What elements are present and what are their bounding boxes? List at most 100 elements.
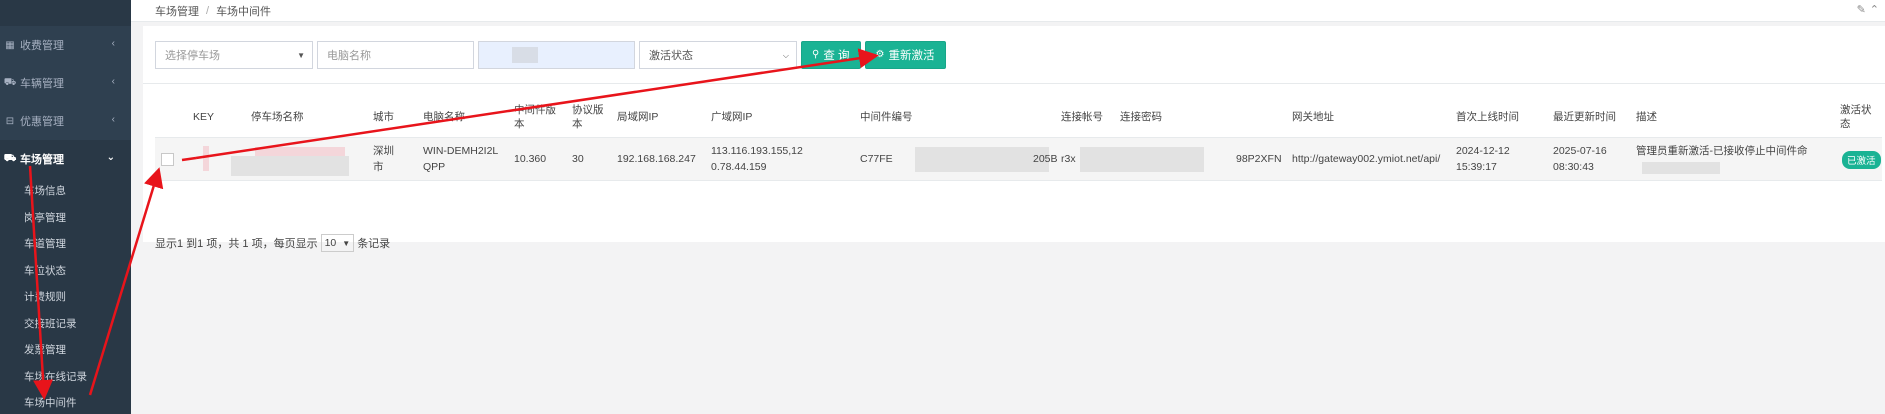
query-button[interactable]: ⚲ 查 询 [801,40,861,69]
pagination-summary: 显示1 到1 项，共 1 项，每页显示 [155,238,318,250]
sidebar-item-label: 车场管理 [20,154,64,166]
cell-wan-ip: 113.116.193.155,120.78.44.159 [711,145,803,173]
cell-mw-code-prefix: C77FE [860,153,893,165]
sidebar-item-discounts[interactable]: ⊟ 优惠管理 ‹ [0,102,131,140]
col-header-desc[interactable]: 描述 [1636,110,1657,124]
col-header-last-update[interactable]: 最近更新时间 [1553,110,1616,124]
cell-gateway: http://gateway002.ymiot.net/api/ [1292,153,1441,165]
redacted-lot-name [255,147,345,156]
col-header-conn-account[interactable]: 连接帐号 [1061,110,1103,124]
app-window: ▦ 收费管理 ‹ ⛟ 车辆管理 ‹ ⊟ 优惠管理 ‹ ⛟ 车场管理 ⌄ 车场信息… [0,0,1885,414]
row-checkbox[interactable] [161,153,174,166]
redacted-value [512,46,538,63]
col-header-lot-name[interactable]: 停车场名称 [251,110,304,124]
cell-conn-account-prefix: r3x [1061,153,1076,165]
submenu-item-billing-rules[interactable]: 计费规则 [0,284,131,311]
parking-lot-select[interactable]: 选择停车场 ▼ [155,40,313,69]
cell-mw-version: 10.360 [514,153,547,165]
content-panel: 选择停车场 ▼ 电脑名称 激活状态 ⌵ ⚲ 查 询 ⚙ 重新激活 KEY 停车场… [143,26,1885,252]
sidebar-item-parking-lots[interactable]: ⛟ 车场管理 ⌄ [0,140,131,178]
col-header-city[interactable]: 城市 [373,110,394,124]
computer-name-placeholder: 电脑名称 [327,49,371,62]
col-header-mw-code[interactable]: 中间件编号 [860,110,913,124]
submenu-item-booths[interactable]: 岗亭管理 [0,205,131,232]
col-header-first-online[interactable]: 首次上线时间 [1456,110,1519,124]
parking-lot-select-placeholder: 选择停车场 [165,49,220,62]
col-header-status[interactable]: 激活状态 [1840,103,1874,131]
breadcrumb-current: 车场中间件 [216,5,272,18]
cell-last-update: 2025-07-16 08:30:43 [1553,145,1607,173]
chevron-left-icon: ‹ [111,76,115,87]
cell-desc: 管理员重新激活-已接收停止中间件命 [1636,145,1808,157]
sidebar-submenu: 车场信息 岗亭管理 车道管理 车位状态 计费规则 交接班记录 发票管理 车场在线… [0,178,131,414]
col-header-key[interactable]: KEY [193,110,214,124]
query-button-label: 查 询 [823,49,850,62]
caret-down-icon: ▼ [297,50,305,60]
activation-status-select[interactable]: 激活状态 ⌵ [639,40,797,69]
sidebar-item-label: 车辆管理 [20,78,64,90]
sidebar-item-label: 收费管理 [20,40,64,52]
search-icon: ⚲ [812,49,820,60]
submenu-item-invoices[interactable]: 发票管理 [0,337,131,364]
pagination: 显示1 到1 项，共 1 项，每页显示 10 ▼ 条记录 [155,234,390,252]
key-input[interactable] [478,40,635,69]
main-content: 车场管理 / 车场中间件 ✎⌃ 选择停车场 ▼ 电脑名称 激活状态 ⌵ ⚲ 查 … [131,0,1885,414]
wrench-icon[interactable]: ✎ [1857,4,1870,16]
col-header-mw-version[interactable]: 中间件版本 [514,103,558,131]
cell-mw-code-suffix: 205B [1033,153,1058,165]
reactivate-button[interactable]: ⚙ 重新激活 [864,40,946,69]
sidebar: ▦ 收费管理 ‹ ⛟ 车辆管理 ‹ ⊟ 优惠管理 ‹ ⛟ 车场管理 ⌄ 车场信息… [0,0,131,414]
computer-name-input[interactable]: 电脑名称 [317,40,474,69]
chevron-left-icon: ‹ [111,38,115,49]
col-header-gateway[interactable]: 网关地址 [1292,110,1334,124]
grid-icon: ▦ [5,39,15,51]
reactivate-button-label: 重新激活 [888,49,935,62]
col-header-pc-name[interactable]: 电脑名称 [423,110,465,124]
car-icon: ⛟ [3,152,17,164]
sidebar-item-fees[interactable]: ▦ 收费管理 ‹ [0,26,131,64]
middleware-table: KEY 停车场名称 城市 电脑名称 中间件版本 协议版本 局域网IP 广域网IP… [155,98,1882,181]
redacted-conn-password [1080,147,1204,172]
filter-bar: 选择停车场 ▼ 电脑名称 激活状态 ⌵ ⚲ 查 询 ⚙ 重新激活 [143,26,1885,84]
breadcrumb-separator: / [206,4,210,17]
panel-tools: ✎⌃ [1857,3,1883,16]
submenu-item-lot-info[interactable]: 车场信息 [0,178,131,205]
redacted-mw-code [915,147,1049,172]
chevron-down-icon: ⌄ [106,152,115,163]
status-badge: 已激活 [1842,151,1881,169]
submenu-item-space-status[interactable]: 车位状态 [0,258,131,285]
col-header-wan-ip[interactable]: 广域网IP [711,110,752,124]
col-header-lan-ip[interactable]: 局域网IP [617,110,658,124]
page-size-select[interactable]: 10 ▼ [320,234,355,252]
sidebar-item-vehicles[interactable]: ⛟ 车辆管理 ‹ [0,64,131,102]
chevron-left-icon: ‹ [111,114,115,125]
coupon-icon: ⊟ [5,115,15,127]
cell-pc-name: WIN-DEMH2I2LQPP [423,145,499,173]
submenu-item-shift-records[interactable]: 交接班记录 [0,311,131,338]
col-header-conn-password[interactable]: 连接密码 [1120,110,1162,124]
sidebar-item-label: 优惠管理 [20,116,64,128]
redacted-desc [1642,162,1720,174]
cell-city: 深圳市 [373,145,394,173]
pagination-suffix: 条记录 [357,238,391,250]
page-size-value: 10 [324,237,337,249]
submenu-item-middleware[interactable]: 车场中间件 [0,390,131,414]
caret-down-icon: ▼ [342,238,351,248]
car-icon: ⛟ [3,76,17,88]
gear-icon: ⚙ [875,49,885,60]
col-header-protocol-version[interactable]: 协议版本 [572,103,604,131]
cell-lan-ip: 192.168.168.247 [617,153,696,165]
submenu-item-lanes[interactable]: 车道管理 [0,231,131,258]
collapse-icon[interactable]: ⌃ [1870,4,1883,16]
table-header: KEY 停车场名称 城市 电脑名称 中间件版本 协议版本 局域网IP 广域网IP… [155,98,1882,138]
table-row[interactable]: 深圳市 WIN-DEMH2I2LQPP 10.360 30 192.168.16… [155,138,1882,181]
sidebar-header [0,0,131,26]
activation-status-placeholder: 激活状态 [649,49,693,62]
chevron-down-icon: ⌵ [782,50,789,60]
cell-protocol-version: 30 [572,153,584,165]
submenu-item-online-records[interactable]: 车场在线记录 [0,364,131,391]
redacted-lot-name [231,156,349,176]
redacted-key [203,146,209,171]
breadcrumb-root[interactable]: 车场管理 [155,3,199,19]
cell-first-online: 2024-12-12 15:39:17 [1456,145,1510,173]
